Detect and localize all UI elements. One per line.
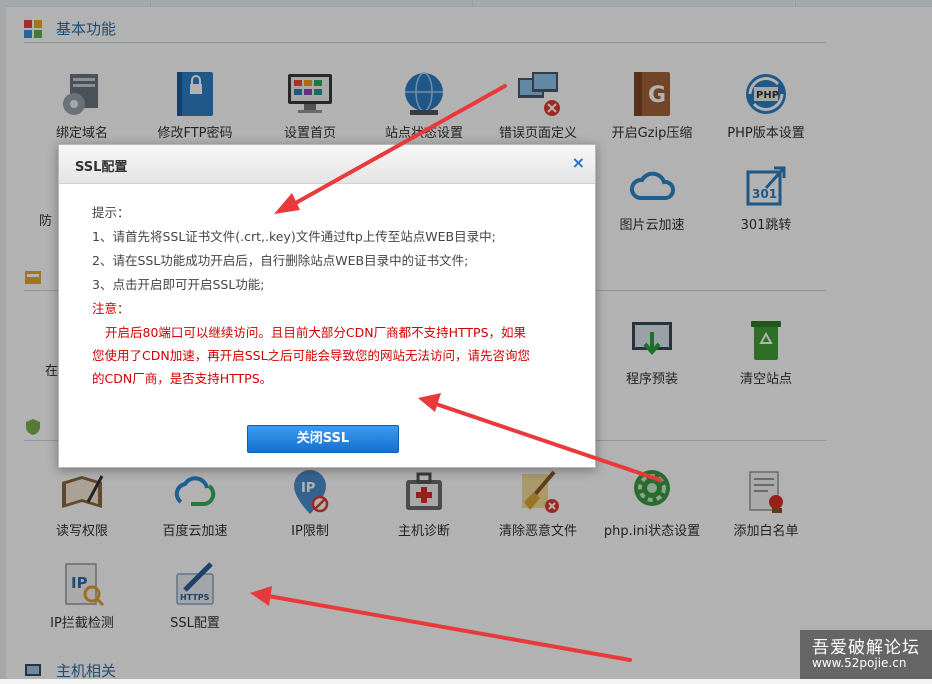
- note-line: 您使用了CDN加速，再开启SSL之后可能会导致您的网站无法访问，请先咨询您: [92, 348, 531, 363]
- ssl-config-dialog: SSL配置 × 提示： 1、请首先将SSL证书文件(.crt,.key)文件通过…: [58, 144, 596, 468]
- tip-line: 3、点击开启即可开启SSL功能;: [92, 277, 265, 292]
- tip-line: 1、请首先将SSL证书文件(.crt,.key)文件通过ftp上传至站点WEB目…: [92, 229, 496, 244]
- watermark: 吾爱破解论坛 www.52pojie.cn: [800, 630, 932, 679]
- watermark-name: 吾爱破解论坛: [812, 638, 920, 658]
- note-line: 的CDN厂商，是否支持HTTPS。: [92, 371, 273, 386]
- close-ssl-button[interactable]: 关闭SSL: [247, 425, 399, 453]
- close-icon[interactable]: ×: [572, 154, 585, 172]
- note-heading: 注意：: [92, 301, 130, 316]
- watermark-url: www.52pojie.cn: [812, 656, 907, 670]
- dialog-title: SSL配置: [75, 160, 128, 175]
- tip-line: 2、请在SSL功能成功开启后，自行删除站点WEB目录中的证书文件;: [92, 253, 469, 268]
- dialog-header: SSL配置 ×: [59, 145, 595, 184]
- dialog-body: 提示： 1、请首先将SSL证书文件(.crt,.key)文件通过ftp上传至站点…: [92, 201, 572, 390]
- tip-heading: 提示：: [92, 205, 130, 220]
- note-line: 开启后80端口可以继续访问。且目前大部分CDN厂商都不支持HTTPS，如果: [105, 325, 527, 340]
